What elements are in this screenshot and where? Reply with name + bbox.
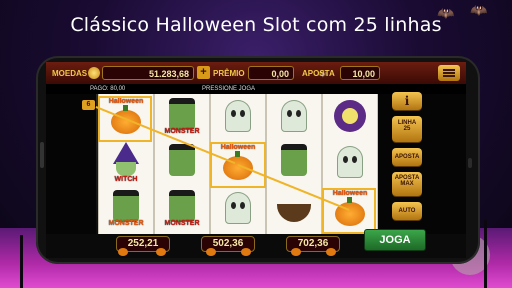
prize-label: PRÊMIO	[213, 69, 245, 78]
coins-label: MOEDAS	[52, 69, 88, 78]
coin-icon	[88, 67, 100, 79]
pumpkin-icon	[206, 248, 216, 256]
bet-value: 10,00	[340, 66, 380, 80]
play-button[interactable]: JOGA	[364, 229, 426, 251]
prize-value: 0,00	[248, 66, 294, 80]
tree-silhouette	[20, 235, 23, 288]
symbol-ghost	[325, 142, 375, 186]
pumpkin-icon	[156, 248, 166, 256]
payline-number: 6	[82, 100, 95, 110]
info-button[interactable]: i	[392, 92, 422, 110]
symbol-ghost	[269, 96, 319, 140]
auto-button[interactable]: AUTO	[392, 202, 422, 220]
bet-label: APOSTA	[302, 69, 335, 78]
add-coins-button[interactable]: +	[197, 66, 210, 79]
promo-headline: Clássico Halloween Slot com 25 linhas	[70, 14, 442, 36]
symbol-witch-moon	[325, 96, 375, 140]
tree-silhouette	[484, 220, 487, 288]
winning-symbol-highlight	[322, 188, 376, 234]
pumpkin-icon	[241, 248, 251, 256]
lines-count: 25	[403, 126, 411, 132]
menu-button[interactable]	[438, 65, 460, 81]
pumpkin-icon	[118, 248, 128, 256]
bet-max-button[interactable]: APOSTA MAX	[392, 172, 422, 196]
symbol-monster: MONSTER	[157, 188, 207, 232]
bet-button[interactable]: APOSTA	[392, 148, 422, 166]
bet-max-sub: MAX	[400, 181, 414, 187]
symbol-monster: MONSTER	[101, 188, 151, 232]
reel-4	[266, 94, 322, 234]
press-play-hint: PRESSIONE JOGA	[202, 86, 256, 92]
coins-balance: 51.283,68	[102, 66, 194, 80]
symbol-ghost	[213, 188, 263, 232]
slot-reels: Halloween WITCH MONSTER MONSTER MONSTER …	[95, 94, 378, 234]
lines-button[interactable]: LINHA 25	[392, 116, 422, 142]
reel-2: MONSTER MONSTER	[154, 94, 210, 234]
symbol-witch: WITCH	[101, 142, 151, 186]
game-screen: MOEDAS 51.283,68 + PRÊMIO 0,00 🦇 APOSTA …	[46, 62, 466, 258]
symbol-ghost	[213, 96, 263, 140]
phone-camera	[468, 158, 472, 168]
top-bar: MOEDAS 51.283,68 + PRÊMIO 0,00 🦇 APOSTA …	[46, 62, 466, 84]
pumpkin-icon	[291, 248, 301, 256]
paid-amount: PAGO: 80,00	[90, 86, 126, 92]
pumpkin-icon	[326, 248, 336, 256]
phone-speaker	[40, 142, 44, 168]
